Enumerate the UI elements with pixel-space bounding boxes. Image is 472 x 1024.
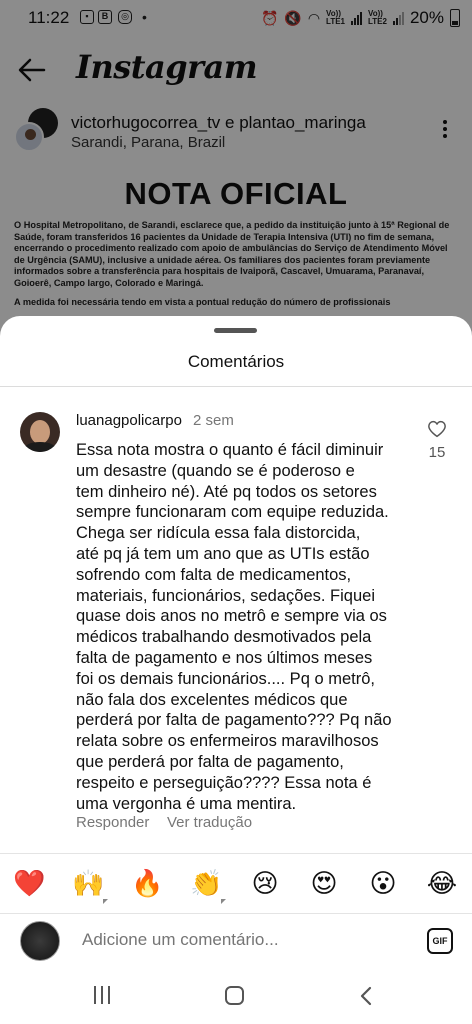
comment-line: falta de pagamento e nos últimos meses (76, 648, 373, 667)
red-heart-emoji[interactable]: ❤️ (13, 868, 45, 900)
comment-line: não fala dos excelentes médicos que (76, 690, 348, 709)
heart-icon[interactable] (427, 420, 447, 438)
comment-line: materiais, funcionários, sedações. Fique… (76, 586, 375, 605)
comment-line: sempre funcionaram com equipe reduzida. (76, 503, 389, 522)
comment-line: até pq já tem um ano que as UTIs estão (76, 544, 370, 563)
crying-face-emoji[interactable]: 😢 (249, 868, 281, 900)
comment-line: tem dinheiro né). Até pq todos os setore… (76, 482, 377, 501)
comment-line: que perderá por falta de pagamento, (76, 752, 344, 771)
recents-icon[interactable] (92, 986, 112, 1004)
like-count: 15 (428, 444, 446, 461)
reply-button[interactable]: Responder (76, 814, 149, 831)
commenter-avatar[interactable] (20, 412, 60, 452)
open-mouth-emoji[interactable]: 😮 (367, 868, 399, 900)
comment-text: Essa nota mostra o quanto é fácil diminu… (76, 440, 416, 814)
gif-button[interactable]: GIF (427, 928, 453, 954)
comment-username[interactable]: luanagpolicarpo (76, 412, 182, 429)
comment-line: respeito e perseguição???? Essa nota é (76, 773, 372, 792)
comment-line: relata sobre os enfermeiros maravilhosos (76, 732, 379, 751)
comment-time: 2 sem (193, 412, 234, 429)
heart-eyes-emoji[interactable]: 😍 (308, 868, 340, 900)
drag-handle[interactable] (214, 328, 257, 333)
see-translation-button[interactable]: Ver tradução (167, 814, 252, 831)
comment-line: quase dois anos no metrô e sempre via os (76, 607, 387, 626)
sheet-title: Comentários (187, 352, 285, 371)
raising-hands-emoji[interactable]: 🙌 (72, 868, 104, 900)
emoji-reaction-bar: ❤️ 🙌 🔥 👏 😢 😍 😮 😂 (0, 853, 472, 913)
comment-line: perderá por falta de pagamento??? Pq não (76, 711, 392, 730)
comment-line: Essa nota mostra o quanto é fácil diminu… (76, 441, 384, 459)
comment-line: Chega ser ridícula essa fala distorcida, (76, 524, 361, 543)
comment-line: uma vergonha é uma mentira. (76, 794, 297, 813)
comment-line: foi os demais funcionários.... Pq o metr… (76, 669, 375, 688)
fire-emoji[interactable]: 🔥 (131, 868, 163, 900)
back-chevron-icon[interactable] (358, 986, 374, 1006)
comment-input[interactable] (82, 930, 382, 950)
comment-input-row: GIF (0, 913, 472, 971)
clapping-hands-emoji[interactable]: 👏 (190, 868, 222, 900)
my-avatar (20, 921, 60, 961)
comment-line: um desastre (quando se é poderoso e (76, 461, 355, 480)
comment-line: médicos trabalhando desmotivados pela (76, 628, 372, 647)
comment-line: sofrendo com falta de medicamentos, (76, 565, 352, 584)
divider (0, 386, 472, 387)
system-nav-bar (0, 974, 472, 1024)
tears-of-joy-emoji[interactable]: 😂 (426, 868, 458, 900)
home-icon[interactable] (225, 986, 244, 1005)
